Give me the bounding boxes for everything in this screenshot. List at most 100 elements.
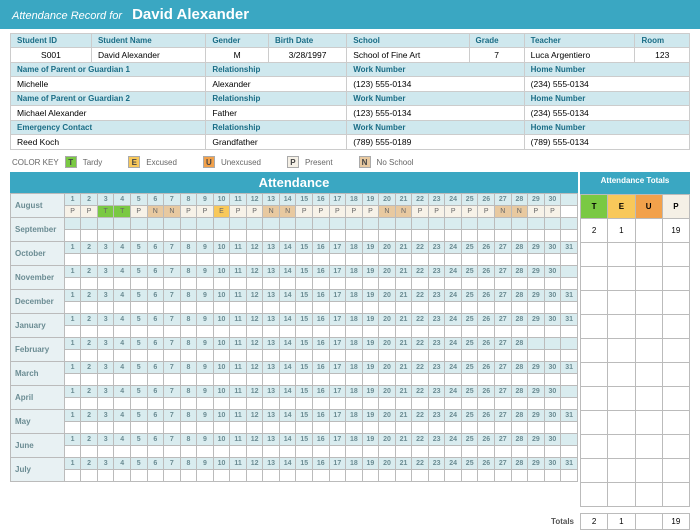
attendance-cell (362, 374, 379, 386)
attendance-cell (147, 470, 164, 482)
day-number: 3 (97, 314, 114, 326)
attendance-cell (313, 350, 330, 362)
attendance-cell (180, 254, 197, 266)
attendance-cell (495, 326, 512, 338)
day-number: 20 (379, 242, 396, 254)
day-number: 14 (279, 410, 296, 422)
totals-cell (608, 339, 635, 363)
day-number: 5 (130, 386, 147, 398)
day-number: 7 (164, 266, 181, 278)
attendance-cell (362, 230, 379, 242)
attendance-cell (64, 350, 81, 362)
day-number (428, 218, 445, 230)
attendance-cell (544, 350, 561, 362)
attendance-cell (213, 470, 230, 482)
day-number: 10 (213, 410, 230, 422)
attendance-cell (81, 350, 98, 362)
attendance-cell: P (478, 206, 495, 218)
attendance-cell (346, 374, 363, 386)
day-number: 30 (544, 410, 561, 422)
day-number: 3 (97, 362, 114, 374)
val-ec-work: (789) 555-0189 (347, 135, 524, 150)
day-number: 15 (296, 290, 313, 302)
day-number: 14 (279, 314, 296, 326)
day-number: 8 (180, 362, 197, 374)
attendance-cell: P (528, 206, 545, 218)
attendance-cell (164, 278, 181, 290)
day-number: 28 (511, 434, 528, 446)
day-number: 21 (395, 266, 412, 278)
day-number: 5 (130, 338, 147, 350)
day-number: 31 (561, 362, 578, 374)
day-number (313, 218, 330, 230)
attendance-cell (114, 446, 131, 458)
day-number: 11 (230, 314, 247, 326)
attendance-cell (147, 302, 164, 314)
attendance-cell: P (313, 206, 330, 218)
day-number: 27 (495, 362, 512, 374)
day-number: 9 (197, 362, 214, 374)
attendance-cell (478, 230, 495, 242)
day-number: 19 (362, 386, 379, 398)
day-number: 14 (279, 386, 296, 398)
attendance-cell (180, 350, 197, 362)
day-number: 5 (130, 458, 147, 470)
day-number: 8 (180, 194, 197, 206)
day-number: 4 (114, 290, 131, 302)
attendance-cell (428, 230, 445, 242)
attendance-cell (197, 302, 214, 314)
day-number: 8 (180, 434, 197, 446)
attendance-cell (428, 398, 445, 410)
attendance-cell (246, 326, 263, 338)
attendance-cell (147, 446, 164, 458)
day-number: 17 (329, 194, 346, 206)
day-number: 20 (379, 362, 396, 374)
attendance-cell: P (246, 206, 263, 218)
day-number (379, 218, 396, 230)
attendance-cell (164, 470, 181, 482)
day-number: 2 (81, 266, 98, 278)
attendance-cell (395, 398, 412, 410)
day-number: 2 (81, 362, 98, 374)
attendance-cell: N (279, 206, 296, 218)
day-number: 6 (147, 266, 164, 278)
totals-cell (662, 459, 689, 483)
day-number: 2 (81, 434, 98, 446)
val-teacher: Luca Argentiero (524, 48, 635, 63)
attendance-cell (213, 374, 230, 386)
day-number: 25 (461, 314, 478, 326)
attendance-cell (461, 254, 478, 266)
day-number (561, 338, 578, 350)
day-number: 6 (147, 362, 164, 374)
val-g1-name: Michelle (11, 77, 206, 92)
attendance-cell (213, 278, 230, 290)
day-number: 19 (362, 290, 379, 302)
attendance-cell (412, 470, 429, 482)
day-number: 24 (445, 266, 462, 278)
totals-cell (608, 291, 635, 315)
attendance-cell (329, 326, 346, 338)
day-number: 27 (495, 194, 512, 206)
day-number: 23 (428, 242, 445, 254)
month-label: November (11, 266, 65, 290)
attendance-cell (362, 278, 379, 290)
grand-totals-table: 2 1 19 (580, 513, 690, 530)
day-number: 3 (97, 194, 114, 206)
day-number: 23 (428, 314, 445, 326)
attendance-cell (461, 398, 478, 410)
day-number: 29 (528, 266, 545, 278)
attendance-cell (197, 326, 214, 338)
day-number (561, 386, 578, 398)
attendance-cell (296, 278, 313, 290)
day-number: 9 (197, 410, 214, 422)
attendance-cell (428, 254, 445, 266)
attendance-cell (130, 326, 147, 338)
attendance-cell (263, 470, 280, 482)
attendance-cell (445, 398, 462, 410)
attendance-cell (296, 230, 313, 242)
day-number: 11 (230, 242, 247, 254)
day-number: 4 (114, 314, 131, 326)
val-g2-rel: Father (206, 106, 347, 121)
day-number: 27 (495, 410, 512, 422)
attendance-cell: N (147, 206, 164, 218)
